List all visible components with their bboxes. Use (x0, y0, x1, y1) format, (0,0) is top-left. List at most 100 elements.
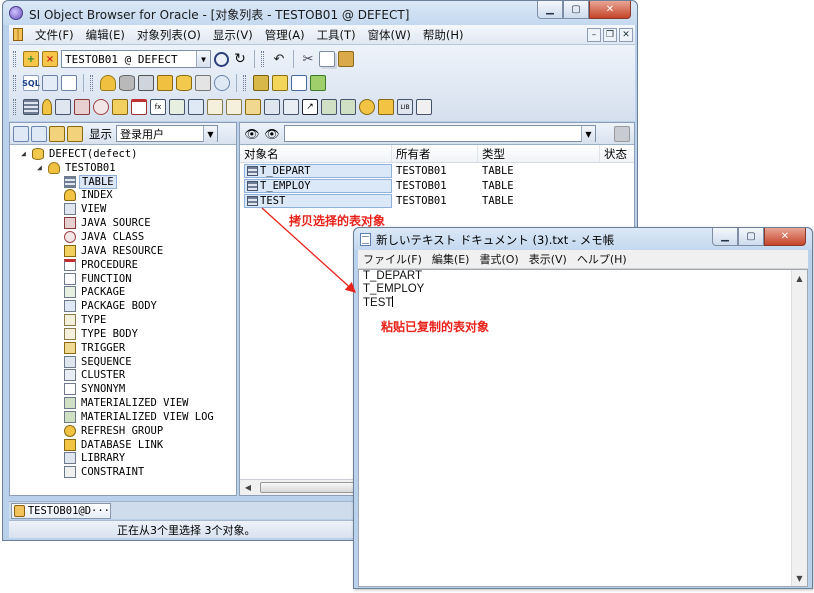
toolbar-grip[interactable] (90, 75, 93, 91)
tree-node-trigger[interactable]: TRIGGER (10, 341, 236, 355)
owner-filter-icon[interactable] (49, 125, 65, 142)
scroll-up-icon[interactable]: ▲ (792, 270, 807, 286)
java-resource-icon[interactable] (112, 99, 128, 115)
col-header-name[interactable]: 对象名 (240, 145, 392, 162)
tree-node-type-body[interactable]: TYPE BODY (10, 327, 236, 341)
user-filter-combo[interactable]: 登录用户 ▼ (116, 125, 218, 142)
document-icon[interactable] (13, 28, 23, 41)
constraint-icon[interactable] (416, 99, 432, 115)
disconnect-icon[interactable]: × (42, 51, 58, 67)
mdi-minimize-button[interactable]: – (587, 27, 601, 42)
tree-node-procedure[interactable]: PROCEDURE (10, 258, 236, 272)
import-icon[interactable] (253, 75, 269, 91)
tree-node-package-body[interactable]: PACKAGE BODY (10, 299, 236, 313)
chevron-down-icon[interactable]: ▼ (196, 51, 210, 67)
notepad-menu-view[interactable]: 表示(V) (524, 251, 572, 267)
menu-tools[interactable]: 工具(T) (311, 27, 362, 43)
col-header-type[interactable]: 类型 (478, 145, 600, 162)
connect-icon[interactable]: + (23, 51, 39, 67)
scroll-left-icon[interactable]: ◀ (240, 480, 256, 495)
tree-node-database-link[interactable]: DATABASE LINK (10, 438, 236, 452)
notepad-text-area[interactable]: T_DEPART T_EMPLOY TEST ▲ ▼ (358, 269, 808, 587)
undo-icon[interactable]: ↶ (271, 51, 287, 67)
scroll-down-icon[interactable]: ▼ (792, 570, 807, 586)
copy-icon[interactable] (319, 51, 335, 67)
tree-node-function[interactable]: FUNCTION (10, 272, 236, 286)
type-icon[interactable] (207, 99, 223, 115)
materialized-view-log-icon[interactable] (340, 99, 356, 115)
mdi-close-button[interactable]: ✕ (619, 27, 633, 42)
notepad-maximize-button[interactable]: ▢ (738, 228, 764, 246)
cut-icon[interactable]: ✂ (300, 51, 316, 67)
tree-node-view[interactable]: VIEW (10, 202, 236, 216)
menu-window[interactable]: 窗体(W) (362, 27, 417, 43)
circle-icon[interactable] (214, 51, 229, 67)
refresh-icon[interactable]: ↻ (232, 51, 248, 67)
tree-node-java-class[interactable]: JAVA CLASS (10, 230, 236, 244)
find-next-icon[interactable]: 👁 (264, 126, 280, 142)
library-icon[interactable]: LIB (397, 99, 413, 115)
server-icon[interactable] (138, 75, 154, 91)
sql-icon[interactable]: SQL (22, 75, 40, 91)
list-row[interactable]: TEST TESTOB01 TABLE (240, 193, 634, 208)
compare-icon[interactable] (291, 75, 307, 91)
cell-name[interactable]: TEST (244, 193, 392, 208)
tree-node-java-source[interactable]: JAVA SOURCE (10, 216, 236, 230)
document-tab[interactable]: TESTOB01@D··· (11, 503, 111, 519)
sequence-icon[interactable] (264, 99, 280, 115)
refresh-group-icon[interactable] (359, 99, 375, 115)
tree-node-cluster[interactable]: CLUSTER (10, 369, 236, 383)
tree-node-constraint[interactable]: CONSTRAINT (10, 465, 236, 479)
user-icon[interactable] (100, 75, 116, 91)
search-objects-icon[interactable] (42, 75, 58, 91)
tree-node-index[interactable]: INDEX (10, 189, 236, 203)
database-icon[interactable] (119, 75, 135, 91)
toolbar-grip[interactable] (243, 75, 246, 91)
window-list-icon[interactable] (61, 75, 77, 91)
tree-node-synonym[interactable]: SYNONYM (10, 382, 236, 396)
tree-node-type[interactable]: TYPE (10, 313, 236, 327)
tree-node-materialized-view-log[interactable]: MATERIALIZED VIEW LOG (10, 410, 236, 424)
mdi-restore-button[interactable]: ❐ (603, 27, 617, 42)
menu-file[interactable]: 文件(F) (29, 27, 80, 43)
lock-icon[interactable] (157, 75, 173, 91)
toolbar-grip[interactable] (13, 75, 16, 91)
export-icon[interactable] (272, 75, 288, 91)
tree-node-table[interactable]: TABLE (10, 174, 236, 189)
toolbar-grip[interactable] (261, 51, 264, 67)
collapse-icon[interactable]: ◢ (37, 163, 42, 172)
notepad-menu-help[interactable]: ヘルプ(H) (572, 251, 632, 267)
col-header-status[interactable]: 状态 (600, 145, 634, 162)
notepad-menu-format[interactable]: 書式(O) (474, 251, 523, 267)
tree-view-icon[interactable] (13, 125, 29, 142)
toolbar-grip[interactable] (13, 99, 16, 115)
package-icon[interactable] (169, 99, 185, 115)
menu-object-list[interactable]: 对象列表(O) (131, 27, 207, 43)
toolbar-grip[interactable] (13, 51, 16, 67)
col-header-owner[interactable]: 所有者 (392, 145, 478, 162)
cell-name[interactable]: T_DEPART (244, 163, 392, 178)
execute-icon[interactable] (310, 75, 326, 91)
database-link-icon[interactable] (378, 99, 394, 115)
minimize-button[interactable]: ▁ (537, 1, 563, 19)
notepad-titlebar[interactable]: 新しいテキスト ドキュメント (3).txt - メモ帳 ▁ ▢ ✕ (354, 228, 812, 250)
menu-manage[interactable]: 管理(A) (259, 27, 311, 43)
menu-help[interactable]: 帮助(H) (417, 27, 470, 43)
list-row[interactable]: T_DEPART TESTOB01 TABLE (240, 163, 634, 178)
list-row[interactable]: T_EMPLOY TESTOB01 TABLE (240, 178, 634, 193)
cell-name[interactable]: T_EMPLOY (244, 178, 392, 193)
collapse-icon[interactable]: ◢ (21, 149, 26, 158)
search-input[interactable]: ▼ (284, 125, 596, 142)
tree-node-refresh-group[interactable]: REFRESH GROUP (10, 424, 236, 438)
menu-edit[interactable]: 编辑(E) (80, 27, 131, 43)
pages-icon[interactable] (195, 75, 211, 91)
cylinder-icon[interactable] (176, 75, 192, 91)
function-icon[interactable]: fx (150, 99, 166, 115)
view-icon[interactable] (55, 99, 71, 115)
notepad-menu-edit[interactable]: 編集(E) (427, 251, 475, 267)
all-users-icon[interactable] (67, 125, 83, 142)
package-body-icon[interactable] (188, 99, 204, 115)
maximize-button[interactable]: ▢ (563, 1, 589, 19)
tree-node-user[interactable]: ◢ TESTOB01 (10, 161, 236, 175)
tree-node-sequence[interactable]: SEQUENCE (10, 355, 236, 369)
